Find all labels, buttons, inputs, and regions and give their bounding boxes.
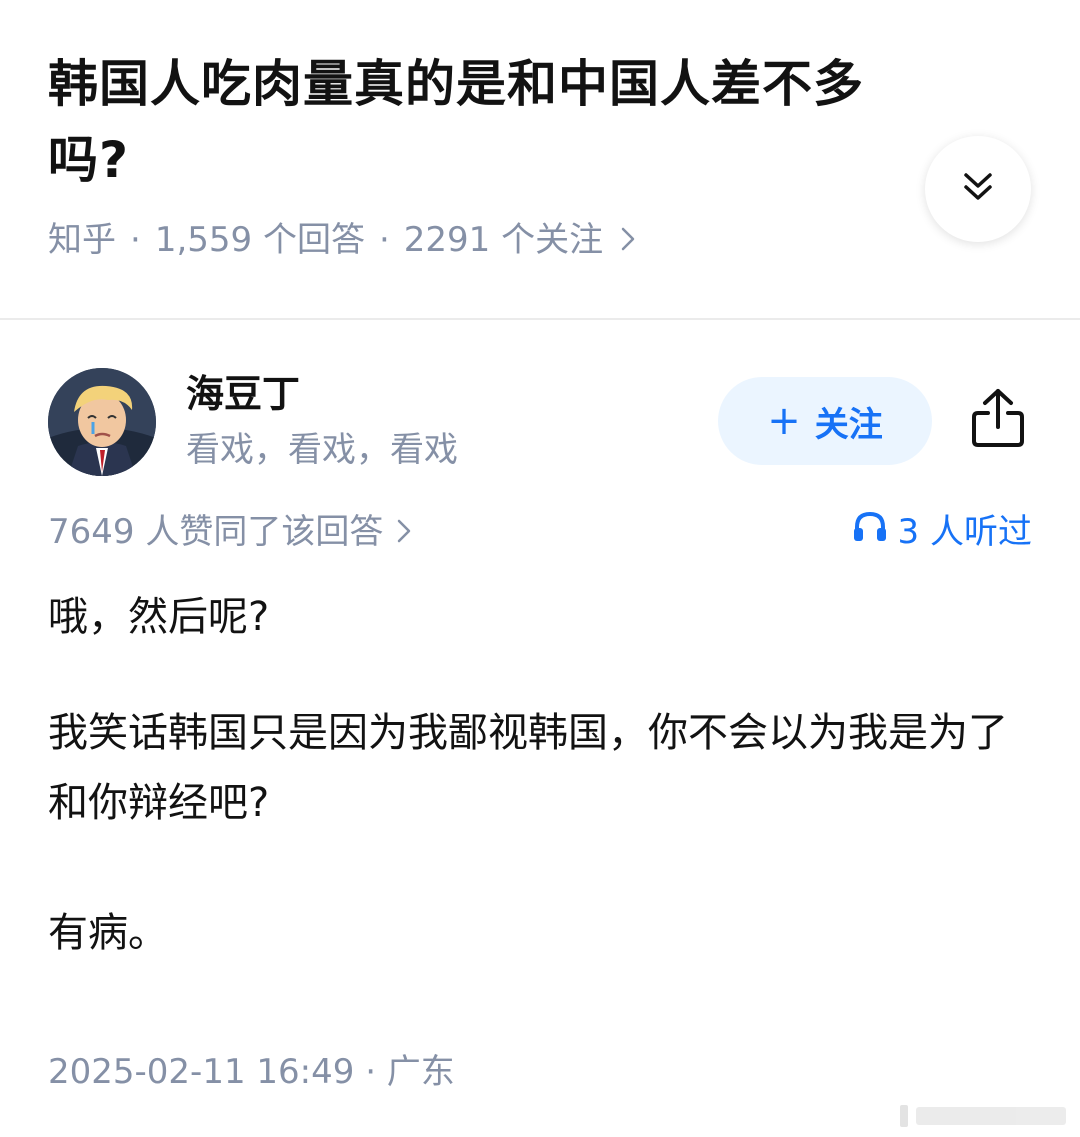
zhihu-answer-page: 韩国人吃肉量真的是和中国人差不多吗? 知乎 · 1,559 个回答 · 2291… xyxy=(0,0,1080,1137)
vote-count: 7649 人赞同了该回答 xyxy=(48,512,384,552)
chevron-right-icon xyxy=(397,506,411,558)
answer-paragraph: 哦，然后呢? xyxy=(48,594,270,640)
question-meta[interactable]: 知乎 · 1,559 个回答 · 2291 个关注 xyxy=(48,214,635,266)
answer-body: 哦，然后呢? 我笑话韩国只是因为我鄙视韩国，你不会以为我是为了和你辩经吧? 有病… xyxy=(48,582,1033,1028)
question-title[interactable]: 韩国人吃肉量真的是和中国人差不多吗? xyxy=(48,46,928,198)
section-divider xyxy=(0,318,1080,320)
author-bio: 看戏，看戏，看戏 xyxy=(186,430,458,470)
headphones-icon xyxy=(852,506,898,558)
follow-button[interactable]: + 关注 xyxy=(718,377,932,465)
double-chevron-down-icon xyxy=(961,170,995,208)
follower-count: 2291 个关注 xyxy=(403,220,604,260)
answer-count: 1,559 个回答 xyxy=(154,220,365,260)
follow-label: 关注 xyxy=(814,404,883,445)
plus-icon: + xyxy=(767,398,801,444)
source-label: 知乎 xyxy=(48,220,116,260)
meta-separator: · xyxy=(378,220,390,260)
avatar[interactable] xyxy=(48,368,156,476)
expand-question-button[interactable] xyxy=(925,136,1031,242)
listen-count-row[interactable]: 3 人听过 xyxy=(852,506,1032,558)
meta-separator: · xyxy=(130,220,141,260)
watermark-mark xyxy=(900,1105,908,1127)
answer-paragraph: 有病。 xyxy=(48,910,168,956)
share-button[interactable] xyxy=(962,384,1034,456)
answer-paragraph: 我笑话韩国只是因为我鄙视韩国，你不会以为我是为了和你辩经吧? xyxy=(48,710,1008,826)
listen-count: 3 人听过 xyxy=(897,512,1032,552)
question-header: 韩国人吃肉量真的是和中国人差不多吗? 知乎 · 1,559 个回答 · 2291… xyxy=(0,0,1080,318)
watermark xyxy=(894,1105,1066,1127)
chevron-right-icon xyxy=(621,214,635,266)
share-icon xyxy=(970,387,1026,453)
vote-count-row[interactable]: 7649 人赞同了该回答 xyxy=(48,506,411,558)
author-name[interactable]: 海豆丁 xyxy=(186,366,300,422)
watermark-mark xyxy=(916,1107,1066,1125)
answer-timestamp: 2025-02-11 16:49 · 广东 xyxy=(48,1052,455,1092)
